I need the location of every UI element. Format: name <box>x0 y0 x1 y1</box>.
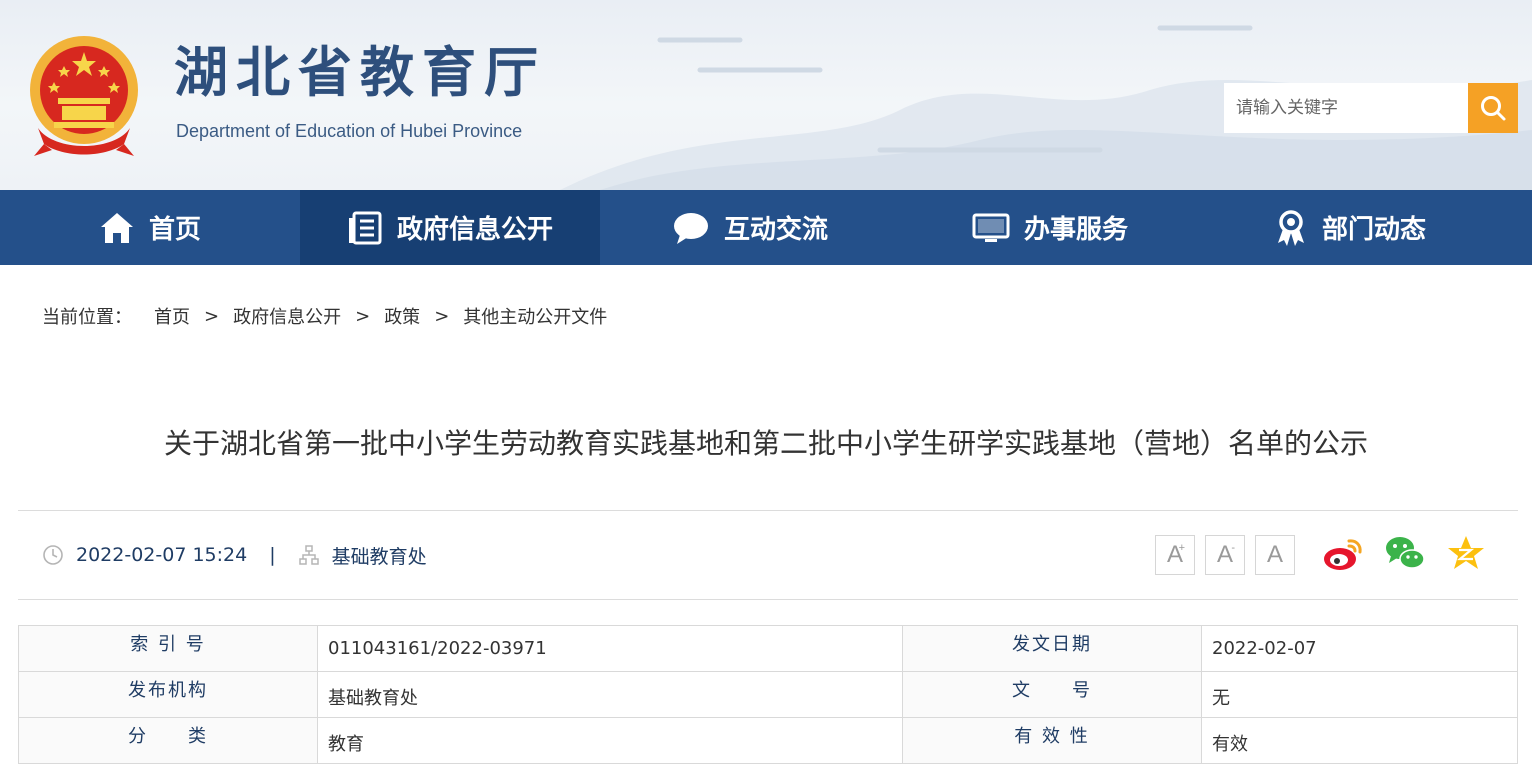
search-button[interactable] <box>1468 83 1518 133</box>
breadcrumb-other-files[interactable]: 其他主动公开文件 <box>463 303 607 329</box>
breadcrumb-separator: > <box>434 305 450 327</box>
article-meta: 2022-02-07 15:24 | 基础教育处 <box>42 540 427 570</box>
national-emblem-icon <box>30 36 138 156</box>
info-key-index: 索 引 号 <box>18 625 318 672</box>
breadcrumb-gov-info[interactable]: 政府信息公开 <box>233 303 341 329</box>
info-value-publisher: 基础教育处 <box>317 671 903 718</box>
info-value-doc-number: 无 <box>1201 671 1518 718</box>
info-value-validity: 有效 <box>1201 717 1518 764</box>
breadcrumb-separator: > <box>204 305 220 327</box>
breadcrumb-separator: > <box>355 305 371 327</box>
font-button-label: A <box>1266 541 1283 568</box>
info-key-validity: 有 效 性 <box>902 717 1202 764</box>
minus-mark: - <box>1231 542 1235 554</box>
breadcrumb-label: 当前位置： <box>42 307 132 328</box>
table-row: 发布机构 基础教育处 文 号 无 <box>18 671 1518 718</box>
document-list-icon <box>348 211 382 244</box>
nav-item-gov-info[interactable]: 政府信息公开 <box>300 190 600 265</box>
wechat-share-icon[interactable] <box>1384 533 1426 573</box>
qzone-share-icon[interactable] <box>1446 533 1486 573</box>
font-increase-button[interactable]: A + <box>1155 535 1195 575</box>
search-input[interactable] <box>1224 83 1468 133</box>
breadcrumb: 当前位置： 首页 > 政府信息公开 > 政策 > 其他主动公开文件 <box>42 303 607 329</box>
document-info-table: 索 引 号 011043161/2022-03971 发文日期 2022-02-… <box>18 625 1518 764</box>
info-key-issue-date: 发文日期 <box>902 625 1202 672</box>
info-key-doc-number: 文 号 <box>902 671 1202 718</box>
site-header: 湖北省教育厅 Department of Education of Hubei … <box>0 0 1532 190</box>
home-icon <box>100 212 133 243</box>
nav-item-label: 首页 <box>148 215 201 245</box>
font-decrease-button[interactable]: A- <box>1205 535 1245 575</box>
nav-item-label: 互动交流 <box>723 215 828 245</box>
award-ribbon-icon <box>1277 209 1304 246</box>
info-key-category: 分 类 <box>18 717 318 764</box>
font-reset-button[interactable]: A <box>1255 535 1295 575</box>
article-title: 关于湖北省第一批中小学生劳动教育实践基地和第二批中小学生研学实践基地（营地）名单… <box>163 427 1368 460</box>
nav-item-label: 办事服务 <box>1023 215 1128 245</box>
breadcrumb-policy[interactable]: 政策 <box>384 303 420 329</box>
nav-item-home[interactable]: 首页 <box>0 190 300 265</box>
search-icon <box>1481 96 1506 121</box>
font-size-controls: A + A- A <box>1155 535 1295 575</box>
table-row: 索 引 号 011043161/2022-03971 发文日期 2022-02-… <box>18 625 1518 672</box>
info-value-category: 教育 <box>317 717 903 764</box>
nav-item-interaction[interactable]: 互动交流 <box>600 190 900 265</box>
nav-item-dept-news[interactable]: 部门动态 <box>1200 190 1500 265</box>
plus-mark: + <box>1178 542 1185 554</box>
site-title: 湖北省教育厅 <box>174 40 546 104</box>
org-chart-icon <box>298 544 320 566</box>
monitor-icon <box>972 213 1010 242</box>
main-nav: 首页 政府信息公开 互动交流 办事服务 部门动态 <box>0 190 1532 265</box>
publish-datetime: 2022-02-07 15:24 <box>76 544 248 566</box>
info-key-publisher: 发布机构 <box>18 671 318 718</box>
site-subtitle: Department of Education of Hubei Provinc… <box>176 121 523 141</box>
nav-item-services[interactable]: 办事服务 <box>900 190 1200 265</box>
clock-icon <box>42 544 64 566</box>
weibo-share-icon[interactable] <box>1322 533 1364 573</box>
nav-item-label: 政府信息公开 <box>396 215 553 245</box>
info-value-issue-date: 2022-02-07 <box>1201 625 1518 672</box>
table-row: 分 类 教育 有 效 性 有效 <box>18 717 1518 764</box>
nav-item-label: 部门动态 <box>1321 215 1426 245</box>
breadcrumb-home[interactable]: 首页 <box>154 303 190 329</box>
share-buttons <box>1322 533 1486 573</box>
divider <box>18 510 1518 511</box>
publisher-department: 基础教育处 <box>331 545 427 568</box>
search-box <box>1224 83 1518 133</box>
meta-separator: | <box>269 544 276 566</box>
info-value-index: 011043161/2022-03971 <box>317 625 903 672</box>
chat-bubble-icon <box>673 212 708 244</box>
divider <box>18 599 1518 600</box>
